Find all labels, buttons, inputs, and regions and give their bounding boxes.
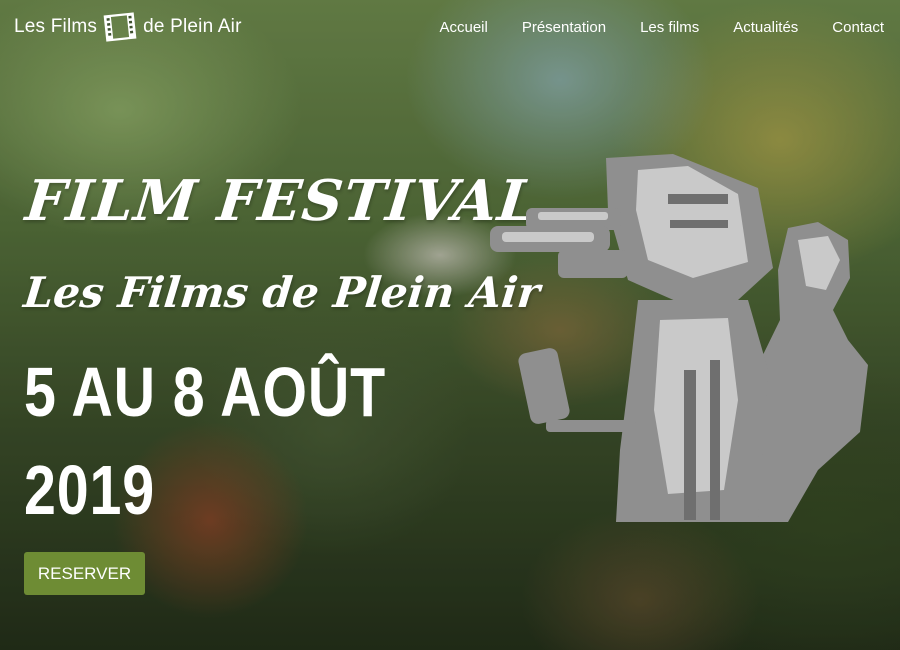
hero-title: FILM FESTIVAL [22, 168, 542, 234]
logo-text-right: de Plein Air [143, 16, 242, 37]
nav-contact[interactable]: Contact [832, 19, 884, 36]
hero-subtitle: Les Films de Plein Air [21, 268, 543, 317]
cameraman-illustration [490, 154, 868, 522]
logo-text-left: Les Films [14, 16, 98, 37]
site-header: Les Films de Plein Air Accueil Présentat… [0, 0, 900, 54]
nav-actualites[interactable]: Actualités [733, 19, 798, 36]
nav-presentation[interactable]: Présentation [522, 19, 606, 36]
hero-dates: 5 AU 8 AOÛT [24, 353, 386, 431]
main-nav: Accueil Présentation Les films Actualité… [439, 19, 884, 36]
film-strip-icon [103, 12, 137, 42]
nav-les-films[interactable]: Les films [640, 19, 699, 36]
nav-accueil[interactable]: Accueil [439, 19, 487, 36]
reserve-button[interactable]: RESERVER [24, 552, 145, 595]
hero-year: 2019 [24, 451, 155, 529]
site-logo[interactable]: Les Films de Plein Air [14, 12, 242, 42]
